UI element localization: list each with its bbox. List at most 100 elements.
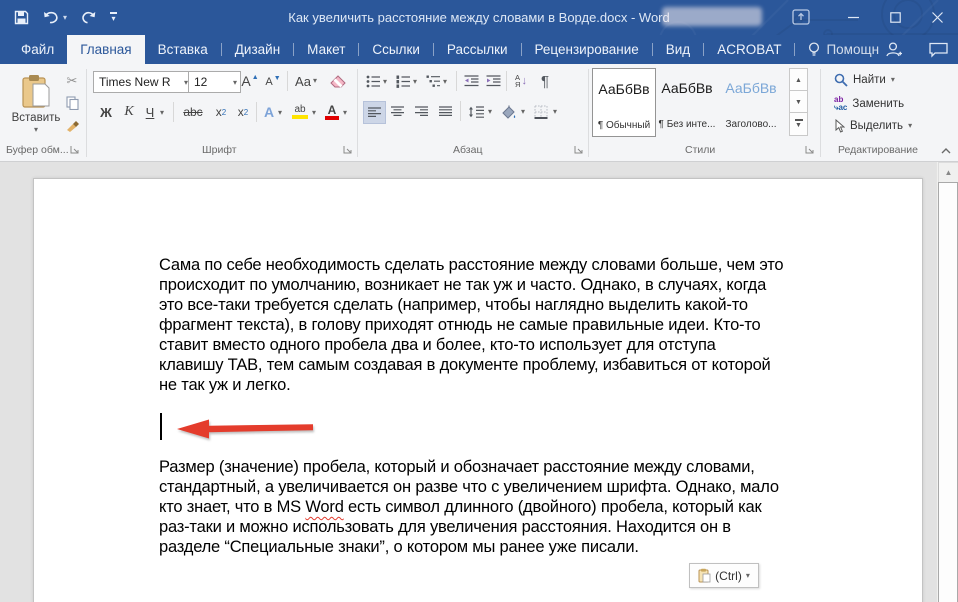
text-effects-button[interactable]: А xyxy=(260,102,278,122)
superscript-button[interactable]: x2 xyxy=(233,102,253,122)
highlight-caret-icon: ▾ xyxy=(312,108,317,117)
font-group-label: Шрифт xyxy=(202,144,237,156)
select-button[interactable]: Выделить ▾ xyxy=(834,119,912,133)
comments-button[interactable] xyxy=(929,42,948,58)
numbering-button[interactable] xyxy=(394,71,412,91)
format-painter-button[interactable] xyxy=(62,116,82,134)
maximize-button[interactable] xyxy=(874,0,916,35)
justify-icon xyxy=(439,106,452,116)
bullets-icon xyxy=(366,75,380,87)
find-button[interactable]: Найти ▾ xyxy=(834,73,895,87)
document-page[interactable]: Сама по себе необходимость сделать расст… xyxy=(33,178,923,602)
decrease-indent-button[interactable] xyxy=(461,71,481,91)
bold-button[interactable]: Ж xyxy=(97,102,115,122)
cut-button[interactable]: ✂ xyxy=(62,72,82,90)
underline-button[interactable]: Ч xyxy=(142,102,158,122)
qat-customize-button[interactable]: ▾ xyxy=(110,12,118,22)
text-cursor xyxy=(160,413,162,440)
numbering-icon xyxy=(396,75,410,88)
bullets-button[interactable] xyxy=(364,71,382,91)
document-text[interactable]: Сама по себе необходимость сделать расст… xyxy=(159,255,784,557)
style-card[interactable]: АаБбВв Заголово... xyxy=(720,68,782,135)
highlight-color-bar xyxy=(292,115,308,119)
paragraph[interactable]: Размер (значение) пробела, который и обо… xyxy=(159,457,783,557)
align-center-button[interactable] xyxy=(387,101,408,122)
styles-dialog-launcher[interactable] xyxy=(805,145,815,155)
red-arrow-annotation xyxy=(177,419,313,439)
window-title: Как увеличить расстояние между словами в… xyxy=(288,10,670,25)
styles-scroll-up-button[interactable]: ▲ xyxy=(789,68,808,92)
share-button[interactable] xyxy=(885,41,903,58)
style-card[interactable]: АаБбВв ¶ Обычный xyxy=(592,68,656,137)
format-painter-icon xyxy=(66,121,79,132)
tab-ссылки[interactable]: Ссылки xyxy=(359,35,433,64)
tab-дизайн[interactable]: Дизайн xyxy=(222,35,293,64)
scroll-up-arrow-icon: ▲ xyxy=(944,168,953,177)
justify-button[interactable] xyxy=(435,101,456,122)
strikethrough-button[interactable]: abc xyxy=(179,102,207,122)
change-case-button[interactable]: Аа ▾ xyxy=(291,70,321,92)
paragraph[interactable]: Сама по себе необходимость сделать расст… xyxy=(159,255,784,395)
tab-главная[interactable]: Главная xyxy=(67,35,145,64)
shrink-font-button[interactable]: А ▼ xyxy=(263,72,283,92)
paste-button[interactable]: Вставить ▾ xyxy=(10,68,62,140)
shading-icon xyxy=(502,105,516,119)
minimize-button[interactable] xyxy=(832,0,874,35)
style-card[interactable]: АаБбВв ¶ Без инте... xyxy=(656,68,718,135)
multilevel-list-button[interactable] xyxy=(424,71,442,91)
vertical-scrollbar[interactable]: ▲ xyxy=(936,162,958,602)
clipboard-dialog-launcher[interactable] xyxy=(70,145,80,155)
align-center-icon xyxy=(391,106,404,116)
close-button[interactable] xyxy=(916,0,958,35)
sort-button[interactable]: А Я ↓ xyxy=(510,70,532,92)
tab-помощн[interactable]: Помощн xyxy=(795,35,892,64)
subscript-button[interactable]: x2 xyxy=(211,102,231,122)
font-color-button[interactable]: А xyxy=(323,102,341,122)
scroll-up-button[interactable]: ▲ xyxy=(938,162,958,183)
replace-button[interactable]: ab ⤷ac Заменить xyxy=(834,96,904,111)
scrollbar-thumb[interactable] xyxy=(938,182,958,602)
tab-label: Главная xyxy=(80,42,132,57)
document-area: Сама по себе необходимость сделать расст… xyxy=(0,162,958,602)
tab-файл[interactable]: Файл xyxy=(8,35,67,64)
shading-button[interactable] xyxy=(498,101,520,122)
tab-вставка[interactable]: Вставка xyxy=(145,35,221,64)
paste-options-label: (Ctrl) xyxy=(715,568,742,583)
ribbon-display-options-button[interactable] xyxy=(792,9,810,25)
redo-button[interactable] xyxy=(81,11,96,25)
italic-button[interactable]: К xyxy=(121,102,137,122)
save-icon xyxy=(14,10,29,25)
paste-label: Вставить xyxy=(11,112,61,124)
ribbon-tabs: Файл Главная Вставка Дизайн Макет Ссылки Рассы… xyxy=(8,35,892,64)
collapse-ribbon-button[interactable] xyxy=(938,144,954,158)
tab-вид[interactable]: Вид xyxy=(653,35,703,64)
borders-button[interactable] xyxy=(530,101,552,122)
grow-font-button[interactable]: А ▲ xyxy=(239,70,261,92)
save-button[interactable] xyxy=(14,10,29,25)
styles-scroll-down-button[interactable]: ▼ xyxy=(789,90,808,114)
align-left-button[interactable] xyxy=(363,101,386,124)
copy-button[interactable] xyxy=(62,94,82,112)
ribbon-display-options-icon xyxy=(792,9,810,25)
tab-макет[interactable]: Макет xyxy=(294,35,358,64)
tab-рассылки[interactable]: Рассылки xyxy=(434,35,521,64)
text-line: ставит вместо одного пробела два и более… xyxy=(159,336,716,354)
text-highlight-button[interactable]: ab xyxy=(289,102,311,122)
tab-рецензирование[interactable]: Рецензирование xyxy=(522,35,652,64)
paste-options-button[interactable]: (Ctrl) ▾ xyxy=(689,563,759,588)
undo-button[interactable]: ▾ xyxy=(43,11,67,25)
paragraph-dialog-launcher[interactable] xyxy=(574,145,584,155)
quick-access-toolbar: ▾ ▾ xyxy=(14,0,118,35)
align-right-button[interactable] xyxy=(411,101,432,122)
text-line: происходит по умолчанию, возникает не та… xyxy=(159,276,767,294)
line-spacing-button[interactable] xyxy=(465,101,487,122)
sort-arrow-icon: ↓ xyxy=(521,75,527,87)
font-dialog-launcher[interactable] xyxy=(343,145,353,155)
increase-indent-button[interactable] xyxy=(483,71,503,91)
styles-more-button[interactable]: ▼ xyxy=(789,112,808,136)
font-size-combobox[interactable]: 12 ▾ xyxy=(188,71,241,93)
clear-formatting-button[interactable] xyxy=(327,70,349,92)
font-name-combobox[interactable]: Times New R ▾ xyxy=(93,71,192,93)
tab-acrobat[interactable]: ACROBAT xyxy=(704,35,794,64)
show-marks-button[interactable]: ¶ xyxy=(536,70,554,92)
